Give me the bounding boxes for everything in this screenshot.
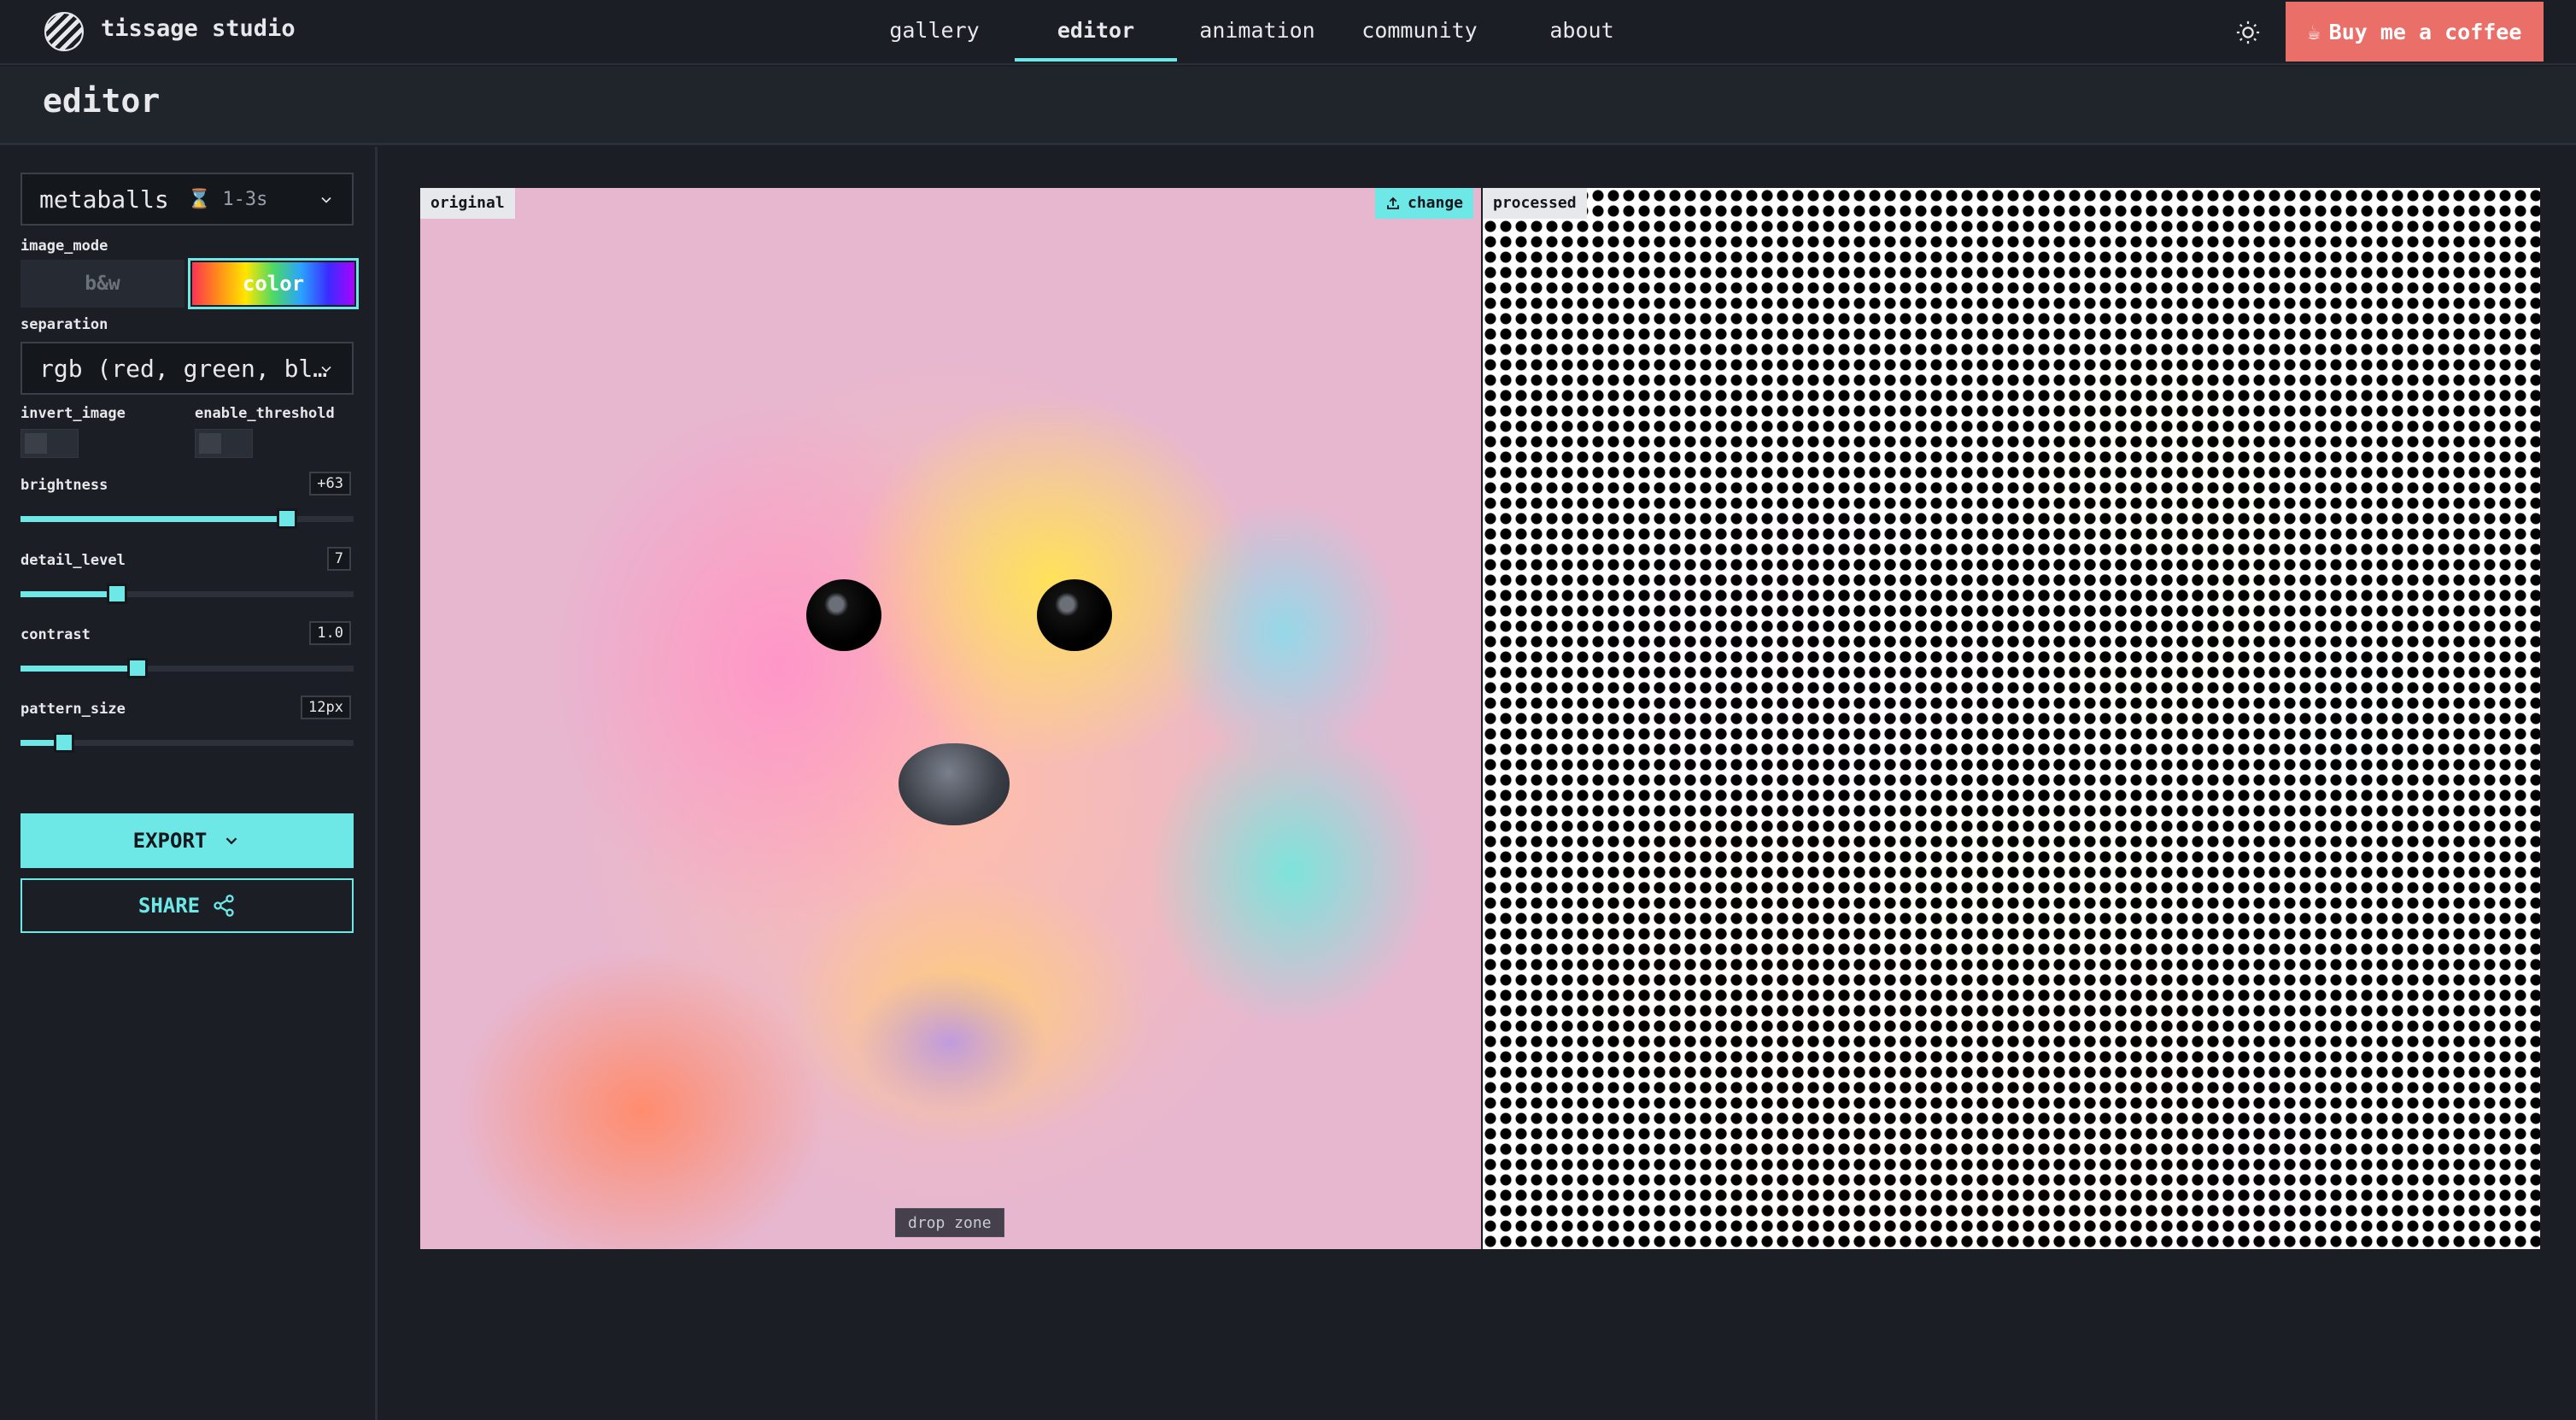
dog-right-eye [1037,579,1112,651]
brand-name[interactable]: tissage studio [101,15,296,42]
image-mode-segmented-control: b&w color [20,258,359,309]
chevron-down-icon [321,366,331,373]
toggle-knob [199,433,221,454]
nav-animation[interactable]: animation [1199,14,1315,62]
pattern-size-label: pattern_size [20,701,126,718]
processed-image[interactable] [1483,188,2540,1249]
original-tag: original [420,188,515,219]
nav-community[interactable]: community [1361,14,1478,62]
separation-label: separation [20,316,108,333]
chevron-down-icon [321,197,331,203]
export-button-label: EXPORT [132,829,208,853]
nav-gallery[interactable]: gallery [887,14,982,62]
buy-me-a-coffee-button[interactable]: ☕ Buy me a coffee [2286,2,2544,62]
toggle-knob [25,433,47,454]
chevron-down-icon [226,837,237,845]
share-button-label: SHARE [138,894,201,918]
slider-fill [20,516,287,522]
nav-editor[interactable]: editor [1015,14,1177,62]
brightness-slider[interactable] [20,506,354,531]
slider-thumb[interactable] [126,658,148,678]
upload-icon [1387,197,1399,209]
coffee-cup-icon: ☕ [2307,19,2321,44]
enable-threshold-label: enable_threshold [195,405,335,422]
separation-select[interactable]: rgb (red, green, bl… [20,342,354,395]
pattern-size-value: 12px [301,695,351,719]
processed-tag: processed [1483,188,1587,219]
controls-sidebar: metaballs ⌛ 1-3s image_mode b&w color se… [0,147,378,1420]
brightness-value: +63 [309,472,351,496]
slider-thumb[interactable] [277,508,297,529]
invert-image-toggle[interactable] [20,429,79,458]
change-image-button[interactable]: change [1375,188,1474,219]
contrast-slider[interactable] [20,655,354,681]
original-image[interactable] [420,188,1481,1249]
detail-level-slider[interactable] [20,581,354,607]
effect-select[interactable]: metaballs ⌛ 1-3s [20,173,354,226]
share-button[interactable]: SHARE [20,878,354,933]
image-mode-bw-option[interactable]: b&w [20,260,184,308]
pattern-size-slider[interactable] [20,730,354,755]
dog-left-eye [806,579,881,651]
logo-icon[interactable] [44,12,84,51]
detail-level-label: detail_level [20,552,126,569]
share-icon [214,895,234,917]
effect-select-value: metaballs [39,185,169,214]
theme-toggle-button[interactable] [2231,15,2265,50]
slider-thumb[interactable] [53,732,74,753]
image-mode-color-option[interactable]: color [188,258,359,309]
effect-duration-hint: ⌛ 1-3s [187,188,268,210]
nav-about[interactable]: about [1544,14,1619,62]
top-nav: tissage studio gallery editor animation … [0,0,2576,65]
brightness-label: brightness [20,477,108,494]
slider-thumb[interactable] [107,584,128,604]
slider-fill [20,591,118,597]
slider-fill [20,666,138,672]
enable-threshold-toggle[interactable] [195,429,253,458]
dog-nose [899,743,1010,825]
change-button-label: change [1408,194,1464,212]
contrast-label: contrast [20,626,91,643]
invert-image-label: invert_image [20,405,126,422]
coffee-button-label: Buy me a coffee [2328,19,2522,44]
image-stage: original change processed drop zone [420,188,2540,1249]
page-header: editor [0,67,2576,145]
detail-level-value: 7 [326,547,351,571]
halftone-dot-pattern [1483,188,2540,1249]
page-title: editor [43,82,161,120]
contrast-value: 1.0 [309,621,351,645]
separation-select-value: rgb (red, green, bl… [39,354,328,383]
sun-icon [2236,21,2260,44]
image-mode-label: image_mode [20,238,108,255]
drop-zone[interactable]: drop zone [895,1208,1004,1237]
export-button[interactable]: EXPORT [20,813,354,868]
